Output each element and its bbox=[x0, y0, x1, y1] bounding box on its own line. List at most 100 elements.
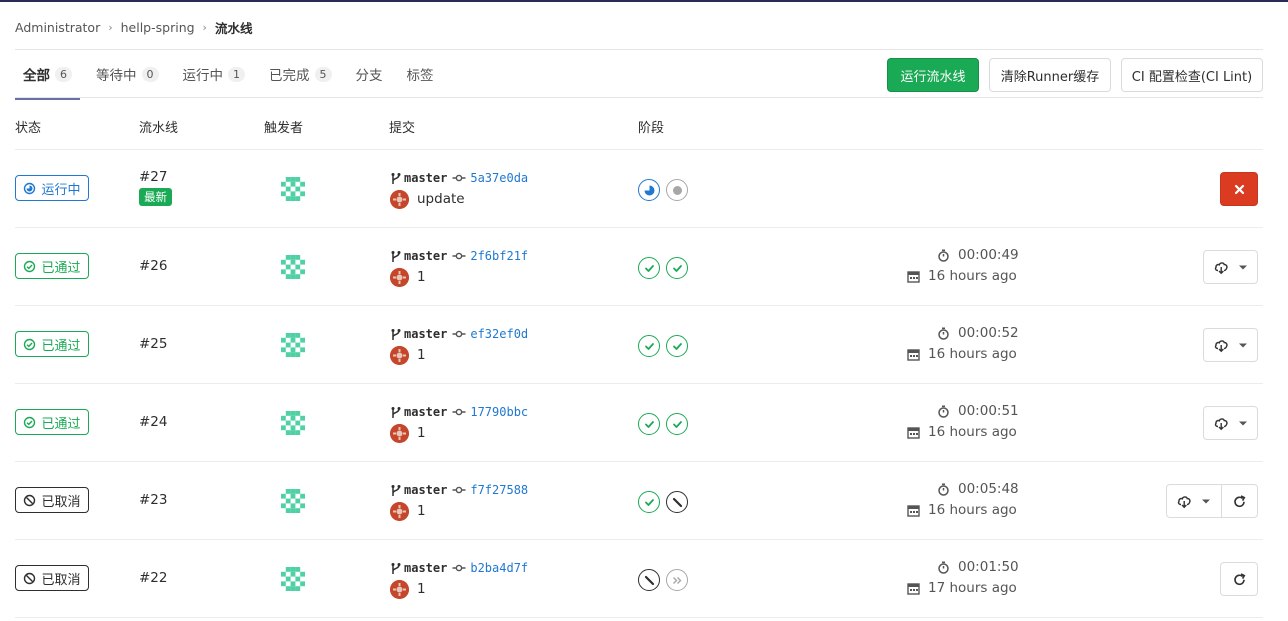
status-badge[interactable]: 已取消 bbox=[15, 487, 89, 513]
status-badge[interactable]: 运行中 bbox=[15, 175, 89, 201]
stage-canceled-icon[interactable] bbox=[666, 491, 688, 513]
stage-success-icon[interactable] bbox=[666, 413, 688, 435]
status-badge[interactable]: 已通过 bbox=[15, 253, 89, 279]
finished-text: 16 hours ago bbox=[928, 502, 1017, 518]
author-avatar[interactable] bbox=[390, 345, 409, 365]
status-badge[interactable]: 已取消 bbox=[15, 565, 89, 591]
passed-status-icon bbox=[23, 416, 36, 429]
commit-message[interactable]: 1 bbox=[417, 503, 426, 519]
triggerer-avatar[interactable] bbox=[281, 255, 305, 279]
stage-running-icon[interactable] bbox=[638, 179, 660, 201]
canceled-status-icon bbox=[23, 494, 36, 507]
branch-link[interactable]: master bbox=[404, 405, 447, 419]
tab-tags[interactable]: 标签 bbox=[399, 50, 442, 98]
branch-link[interactable]: master bbox=[404, 249, 447, 263]
breadcrumb-item-project[interactable]: hellp-spring bbox=[121, 20, 195, 35]
row-divider bbox=[15, 149, 1263, 150]
stage-created-icon[interactable] bbox=[666, 179, 688, 201]
status-badge[interactable]: 已通过 bbox=[15, 409, 89, 435]
pipeline-id[interactable]: #27 bbox=[139, 169, 168, 185]
ci-lint-button[interactable]: CI 配置检查(CI Lint) bbox=[1121, 58, 1263, 92]
calendar-icon bbox=[907, 582, 920, 595]
pipeline-id[interactable]: #26 bbox=[139, 258, 168, 274]
chevron-right-icon: › bbox=[108, 20, 113, 34]
pipeline-id[interactable]: #25 bbox=[139, 336, 168, 352]
commit-message[interactable]: update bbox=[417, 191, 465, 207]
commit-message-line: 1 bbox=[390, 501, 426, 521]
stage-success-icon[interactable] bbox=[638, 413, 660, 435]
triggerer-avatar[interactable] bbox=[281, 411, 305, 435]
retry-pipeline-button[interactable] bbox=[1221, 484, 1258, 518]
commit-message-line: 1 bbox=[390, 579, 426, 599]
branch-link[interactable]: master bbox=[404, 483, 447, 497]
branch-link[interactable]: master bbox=[404, 561, 447, 575]
commit-message[interactable]: 1 bbox=[417, 347, 426, 363]
commit-sha-link[interactable]: 17790bbc bbox=[470, 405, 528, 419]
download-artifacts-dropdown[interactable] bbox=[1203, 250, 1258, 284]
breadcrumb: Administrator › hellp-spring › 流水线 bbox=[15, 17, 252, 37]
pipeline-id[interactable]: #22 bbox=[139, 570, 168, 586]
tab-finished[interactable]: 已完成 5 bbox=[261, 50, 340, 98]
commit-message[interactable]: 1 bbox=[417, 269, 426, 285]
stage-success-icon[interactable] bbox=[638, 335, 660, 357]
latest-badge: 最新 bbox=[139, 188, 172, 206]
commit-ref-line: master f7f27588 bbox=[390, 482, 528, 498]
column-header-triggerer: 触发者 bbox=[264, 121, 304, 136]
tab-pending[interactable]: 等待中 0 bbox=[88, 50, 167, 98]
stage-success-icon[interactable] bbox=[666, 257, 688, 279]
commit-sha-link[interactable]: f7f27588 bbox=[470, 483, 528, 497]
commit-sha-link[interactable]: ef32ef0d bbox=[470, 327, 528, 341]
row-divider bbox=[15, 539, 1263, 540]
pipeline-duration: 00:01:50 bbox=[937, 559, 1019, 575]
duration-text: 00:00:49 bbox=[958, 247, 1019, 263]
commit-icon bbox=[452, 485, 466, 495]
branch-icon bbox=[390, 250, 402, 263]
commit-sha-link[interactable]: 5a37e0da bbox=[470, 171, 528, 185]
pipeline-id[interactable]: #23 bbox=[139, 492, 168, 508]
run-pipeline-button[interactable]: 运行流水线 bbox=[887, 58, 979, 92]
timer-icon bbox=[937, 483, 950, 496]
cancel-pipeline-button[interactable] bbox=[1220, 172, 1258, 206]
row-divider bbox=[15, 461, 1263, 462]
author-avatar[interactable] bbox=[390, 423, 409, 443]
author-avatar[interactable] bbox=[390, 501, 409, 521]
pipeline-tabs: 全部 6 等待中 0 运行中 1 已完成 5 分支 标签 bbox=[15, 50, 450, 100]
stage-success-icon[interactable] bbox=[638, 257, 660, 279]
branch-link[interactable]: master bbox=[404, 171, 447, 185]
status-badge[interactable]: 已通过 bbox=[15, 331, 89, 357]
cloud-download-icon bbox=[1214, 416, 1229, 431]
author-avatar[interactable] bbox=[390, 267, 409, 287]
clear-runner-cache-button[interactable]: 清除Runner缓存 bbox=[989, 58, 1111, 92]
retry-pipeline-button[interactable] bbox=[1220, 562, 1258, 596]
triggerer-avatar[interactable] bbox=[281, 333, 305, 357]
top-bar bbox=[0, 0, 1288, 2]
branch-link[interactable]: master bbox=[404, 327, 447, 341]
stage-success-icon[interactable] bbox=[666, 335, 688, 357]
branch-icon bbox=[390, 328, 402, 341]
breadcrumb-current[interactable]: 流水线 bbox=[215, 18, 253, 37]
download-artifacts-dropdown[interactable] bbox=[1203, 406, 1258, 440]
stage-skipped-icon[interactable] bbox=[666, 569, 688, 591]
download-artifacts-dropdown[interactable] bbox=[1166, 484, 1222, 518]
triggerer-avatar[interactable] bbox=[281, 177, 305, 201]
tab-all[interactable]: 全部 6 bbox=[15, 50, 80, 100]
triggerer-avatar[interactable] bbox=[281, 567, 305, 591]
breadcrumb-item-administrator[interactable]: Administrator bbox=[15, 20, 100, 35]
commit-message[interactable]: 1 bbox=[417, 581, 426, 597]
commit-sha-link[interactable]: b2ba4d7f bbox=[470, 561, 528, 575]
commit-ref-line: master b2ba4d7f bbox=[390, 560, 528, 576]
download-artifacts-dropdown[interactable] bbox=[1203, 328, 1258, 362]
stage-success-icon[interactable] bbox=[638, 491, 660, 513]
calendar-icon bbox=[907, 270, 920, 283]
commit-sha-link[interactable]: 2f6bf21f bbox=[470, 249, 528, 263]
stage-canceled-icon[interactable] bbox=[638, 569, 660, 591]
tab-branches[interactable]: 分支 bbox=[348, 50, 391, 98]
author-avatar[interactable] bbox=[390, 189, 409, 209]
canceled-status-icon bbox=[23, 572, 36, 585]
pipeline-id[interactable]: #24 bbox=[139, 414, 168, 430]
commit-message[interactable]: 1 bbox=[417, 425, 426, 441]
author-avatar[interactable] bbox=[390, 579, 409, 599]
triggerer-avatar[interactable] bbox=[281, 489, 305, 513]
tab-running[interactable]: 运行中 1 bbox=[175, 50, 254, 98]
row-divider bbox=[15, 383, 1263, 384]
